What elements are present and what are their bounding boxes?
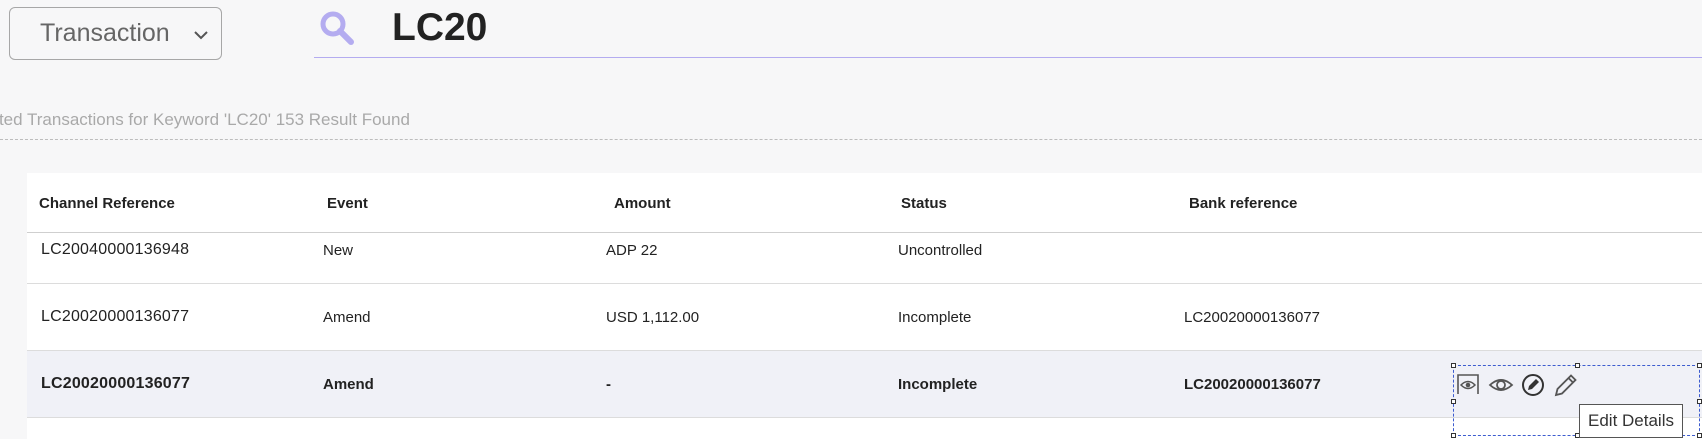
selection-handle[interactable] <box>1575 363 1580 368</box>
table-row[interactable]: LC20020000136077 Amend USD 1,112.00 Inco… <box>27 284 1702 351</box>
table-row[interactable]: LC20040000136948 New ADP 22 Uncontrolled <box>27 233 1702 284</box>
selection-handle[interactable] <box>1697 363 1702 368</box>
edit-details-icon[interactable] <box>1520 372 1546 398</box>
amount-cell: USD 1,112.00 <box>606 309 700 326</box>
status-cell: Incomplete <box>898 376 978 393</box>
event-cell: New <box>323 242 354 259</box>
table-row-selected[interactable]: LC20020000136077 Amend - Incomplete LC20… <box>27 351 1702 418</box>
preview-icon[interactable] <box>1456 372 1482 398</box>
result-summary: ested Transactions for Keyword 'LC20' 15… <box>0 110 410 129</box>
channel-reference-cell: LC20020000136077 <box>41 308 190 325</box>
column-header-event[interactable]: Event <box>327 195 368 212</box>
channel-reference-cell: LC20040000136948 <box>41 241 190 258</box>
selection-handle[interactable] <box>1697 433 1702 438</box>
selection-handle[interactable] <box>1451 363 1456 368</box>
status-cell: Uncontrolled <box>898 242 983 259</box>
transaction-type-value: Transaction <box>40 19 170 47</box>
amount-cell: - <box>606 376 611 393</box>
search-input[interactable]: LC20 <box>392 6 487 50</box>
selection-handle[interactable] <box>1451 399 1456 404</box>
column-header-bank-reference[interactable]: Bank reference <box>1189 195 1297 212</box>
bank-reference-cell: LC20020000136077 <box>1184 376 1321 393</box>
column-header-channel-reference[interactable]: Channel Reference <box>39 195 175 212</box>
search-bar[interactable]: LC20 <box>314 0 1702 58</box>
column-header-amount[interactable]: Amount <box>614 195 671 212</box>
pencil-icon[interactable] <box>1553 372 1579 398</box>
bank-reference-cell: LC20020000136077 <box>1184 309 1320 326</box>
tooltip-edit-details: Edit Details <box>1579 404 1683 438</box>
channel-reference-cell: LC20020000136077 <box>41 375 191 392</box>
event-cell: Amend <box>323 309 371 326</box>
search-icon[interactable] <box>318 9 356 47</box>
column-header-status[interactable]: Status <box>901 195 947 212</box>
chevron-down-icon <box>194 31 208 40</box>
selection-handle[interactable] <box>1697 399 1702 404</box>
transaction-type-select[interactable]: Transaction <box>9 7 222 60</box>
status-cell: Incomplete <box>898 309 972 326</box>
amount-cell: ADP 22 <box>606 242 658 259</box>
view-icon[interactable] <box>1488 372 1514 398</box>
table-header: Channel Reference Event Amount Status Ba… <box>27 173 1702 233</box>
divider <box>0 139 1702 140</box>
event-cell: Amend <box>323 376 374 393</box>
selection-handle[interactable] <box>1451 433 1456 438</box>
